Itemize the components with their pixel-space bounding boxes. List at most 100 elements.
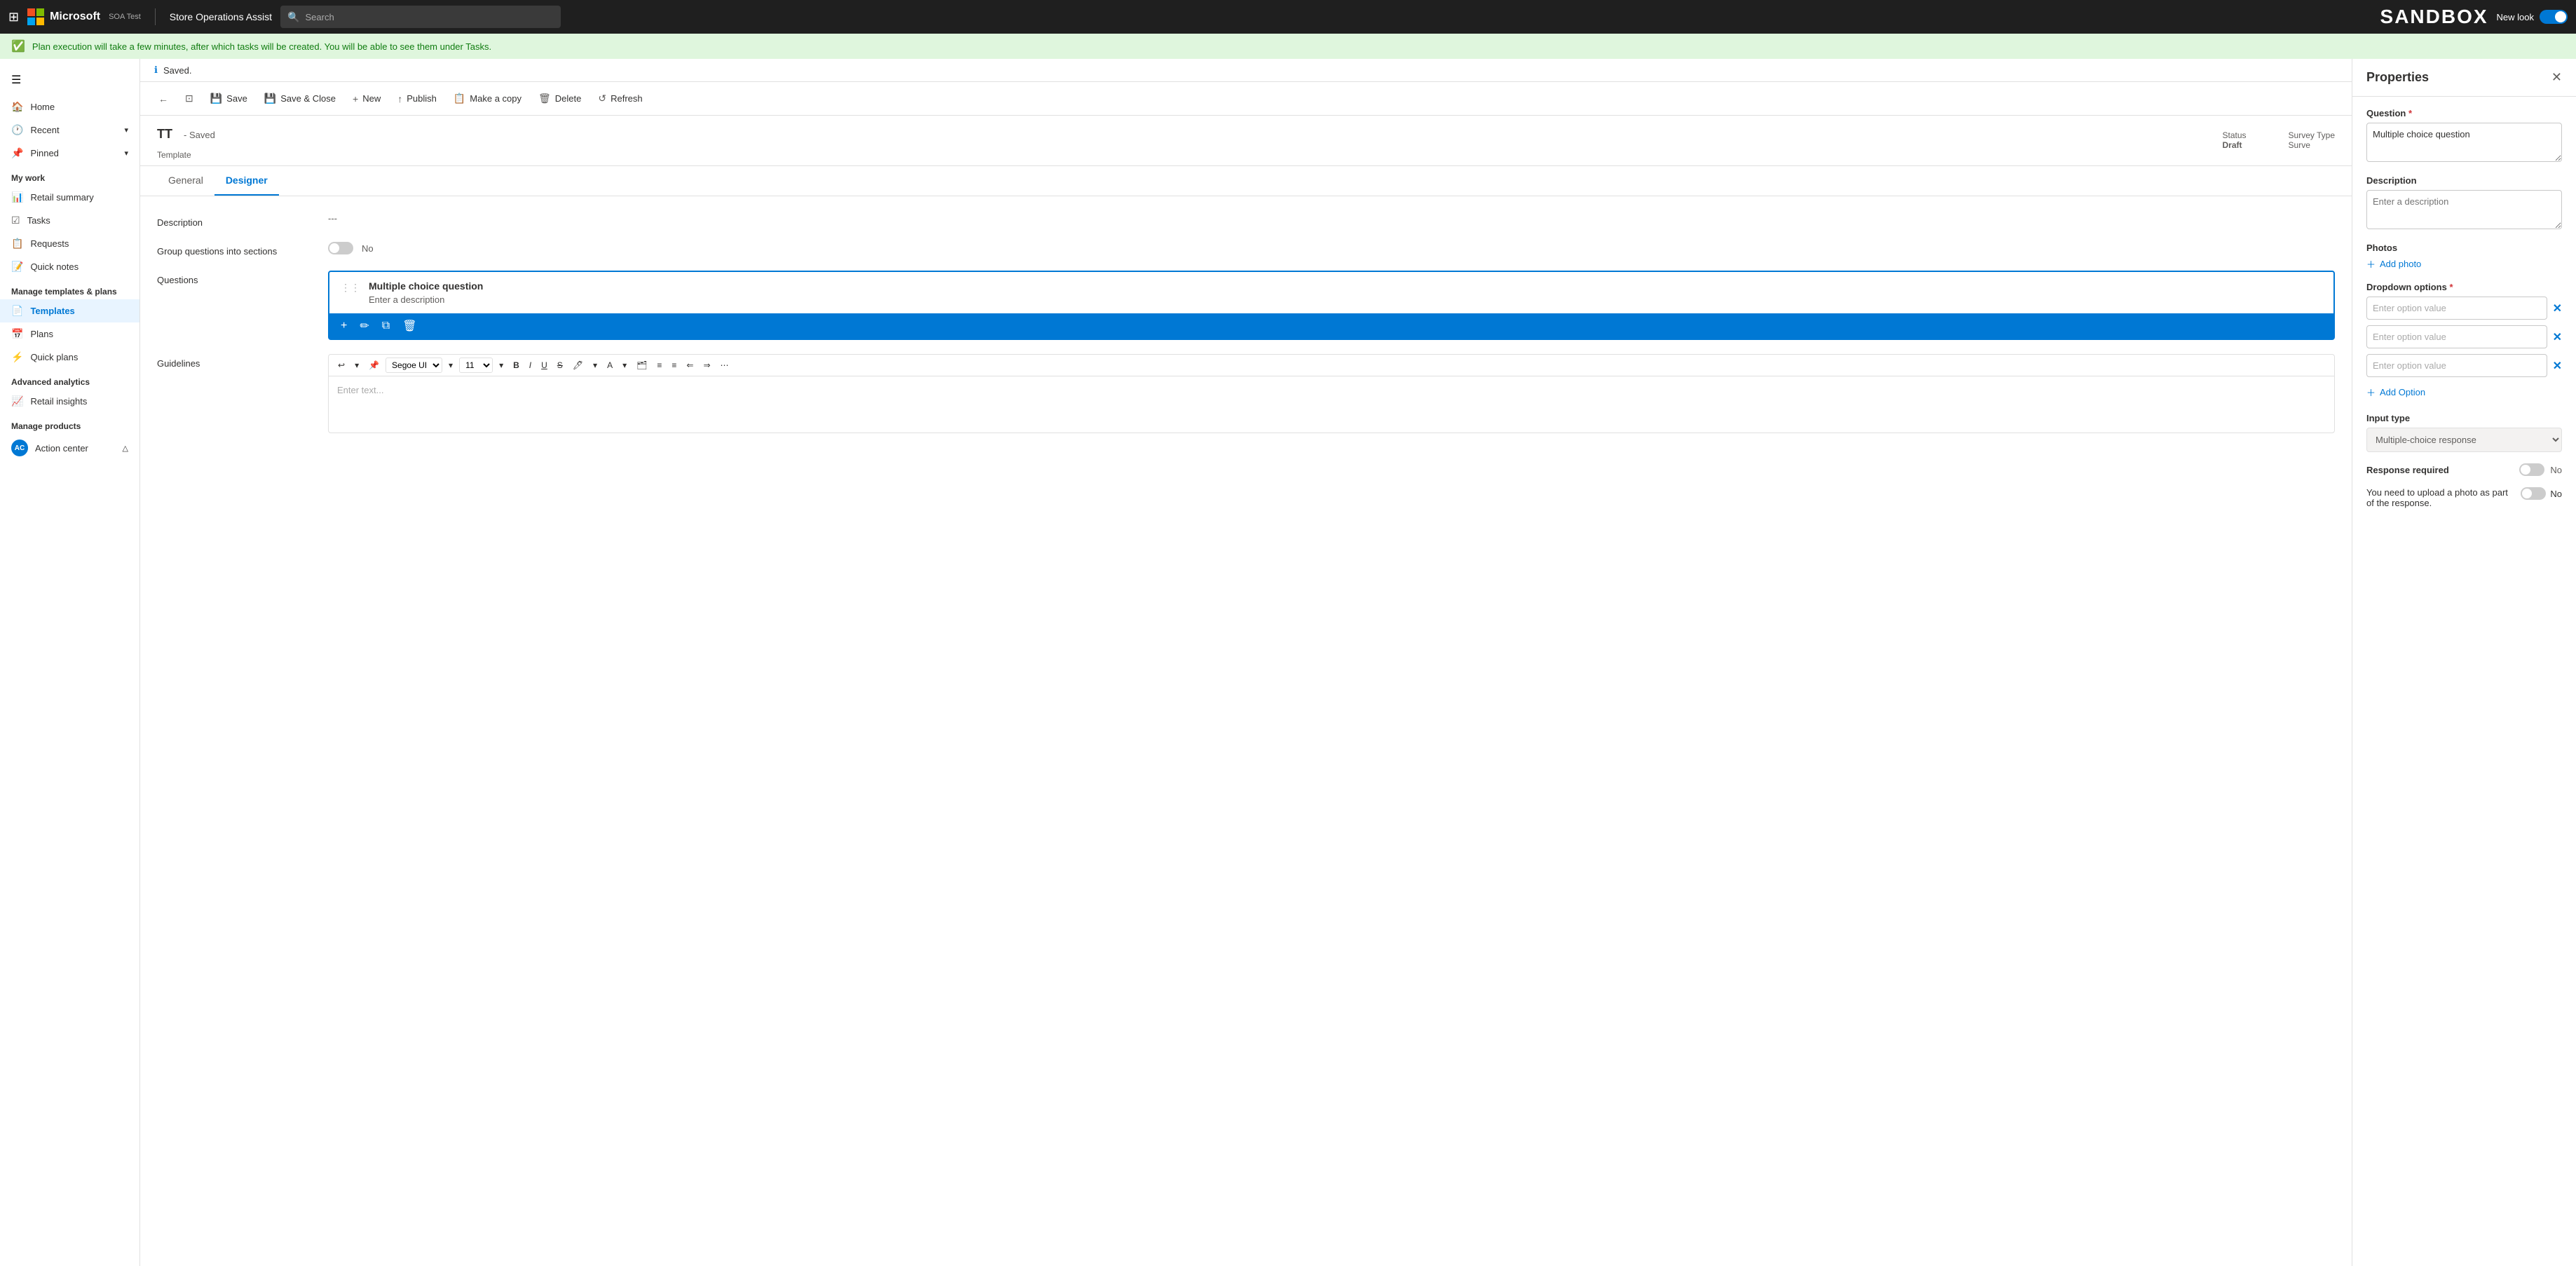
action-center-expand-icon: △	[123, 444, 128, 453]
sidebar-item-requests[interactable]: 📋 Requests	[0, 232, 139, 255]
new-look-toggle[interactable]	[2540, 10, 2568, 24]
soa-test-label: SOA Test	[109, 13, 141, 21]
bullet-list-button[interactable]: ≡	[653, 358, 665, 372]
save-icon: 💾	[210, 93, 222, 104]
description-textarea[interactable]	[2366, 190, 2562, 229]
panel-close-button[interactable]: ✕	[2551, 70, 2562, 85]
indent-right-button[interactable]: ⇒	[700, 358, 714, 372]
font-size-dropdown-button[interactable]: ▾	[496, 358, 507, 372]
clear-format-button[interactable]: 🗂	[633, 358, 650, 372]
more-button[interactable]: ⋯	[717, 358, 732, 372]
response-required-property: Response required No	[2366, 463, 2562, 476]
question-add-button[interactable]: +	[335, 316, 353, 336]
sidebar-item-pinned[interactable]: 📌 Pinned ▾	[0, 142, 139, 165]
publish-icon: ↑	[397, 93, 402, 104]
remove-option-3-button[interactable]: ✕	[2553, 359, 2562, 373]
numbered-list-button[interactable]: ≡	[668, 358, 680, 372]
new-button[interactable]: + New	[346, 89, 388, 109]
question-copy-button[interactable]: ⧉	[376, 316, 395, 336]
expand-button[interactable]: ⊡	[178, 88, 200, 109]
save-button[interactable]: 💾 Save	[203, 88, 254, 109]
save-close-button[interactable]: 💾 Save & Close	[257, 88, 343, 109]
question-textarea[interactable]: Multiple choice question	[2366, 123, 2562, 162]
grid-icon[interactable]: ⊞	[8, 10, 19, 25]
pin-button[interactable]: 📌	[365, 358, 383, 372]
photos-prop-label: Photos	[2366, 243, 2562, 253]
save-close-label: Save & Close	[280, 93, 336, 104]
photos-property: Photos ＋ Add photo	[2366, 243, 2562, 271]
questions-label: Questions	[157, 271, 311, 285]
save-label: Save	[226, 93, 247, 104]
option-input-1[interactable]	[2366, 297, 2547, 320]
underline-button[interactable]: U	[538, 358, 551, 372]
back-button[interactable]: ←	[151, 89, 175, 109]
sidebar-item-plans[interactable]: 📅 Plans	[0, 322, 139, 346]
option-input-3[interactable]	[2366, 354, 2547, 377]
tab-designer[interactable]: Designer	[214, 166, 279, 196]
response-required-toggle[interactable]	[2519, 463, 2544, 476]
refresh-button[interactable]: ↺ Refresh	[591, 88, 649, 109]
highlight-dropdown-button[interactable]: ▾	[590, 358, 601, 372]
sidebar-item-quick-notes[interactable]: 📝 Quick notes	[0, 255, 139, 278]
italic-button[interactable]: I	[526, 358, 535, 372]
add-option-button[interactable]: ＋ Add Option	[2366, 383, 2425, 402]
templates-icon: 📄	[11, 305, 23, 317]
drag-handle-icon[interactable]: ⋮⋮	[341, 280, 360, 294]
info-message: Plan execution will take a few minutes, …	[32, 41, 491, 52]
sidebar-templates-label: Templates	[30, 306, 74, 316]
remove-option-1-button[interactable]: ✕	[2553, 301, 2562, 315]
recent-icon: 🕐	[11, 124, 23, 136]
font-size-select[interactable]: 11	[459, 358, 493, 373]
search-input[interactable]	[305, 12, 554, 22]
sidebar-pinned-label: Pinned	[30, 148, 58, 158]
input-type-select[interactable]: Multiple-choice response	[2366, 428, 2562, 452]
undo-button[interactable]: ↩	[334, 358, 348, 372]
add-photo-button[interactable]: ＋ Add photo	[2366, 257, 2421, 271]
status-value: Draft	[2222, 140, 2246, 150]
hamburger-icon[interactable]: ☰	[0, 64, 139, 95]
font-color-button[interactable]: A	[604, 358, 616, 372]
font-dropdown-button[interactable]: ▾	[445, 358, 456, 372]
undo-dropdown-button[interactable]: ▾	[351, 358, 362, 372]
strikethrough-button[interactable]: S	[554, 358, 566, 372]
sidebar-home-label: Home	[30, 102, 55, 112]
upload-photo-toggle[interactable]	[2521, 487, 2546, 500]
group-questions-no: No	[362, 243, 374, 254]
sidebar-retail-insights-label: Retail insights	[30, 396, 87, 407]
bold-button[interactable]: B	[510, 358, 523, 372]
question-add-icon: +	[341, 320, 347, 332]
question-delete-button[interactable]: 🗑	[397, 316, 422, 336]
tasks-icon: ☑	[11, 215, 20, 226]
sidebar-item-tasks[interactable]: ☑ Tasks	[0, 209, 139, 232]
option-input-2[interactable]	[2366, 325, 2547, 348]
sidebar-item-quick-plans[interactable]: ⚡ Quick plans	[0, 346, 139, 369]
question-edit-button[interactable]: ✏	[354, 316, 374, 336]
sidebar-item-retail-insights[interactable]: 📈 Retail insights	[0, 390, 139, 413]
search-bar[interactable]: 🔍	[280, 6, 561, 28]
retail-insights-icon: 📈	[11, 395, 23, 407]
logo-area: Microsoft SOA Test	[27, 8, 141, 25]
doc-type-label: Template	[157, 150, 2335, 160]
tab-general[interactable]: General	[157, 166, 214, 196]
publish-label: Publish	[407, 93, 437, 104]
sidebar-item-templates[interactable]: 📄 Templates	[0, 299, 139, 322]
font-color-dropdown-button[interactable]: ▾	[619, 358, 630, 372]
option-row-2: ✕	[2366, 325, 2562, 348]
group-questions-toggle[interactable]	[328, 242, 353, 254]
sidebar-item-home[interactable]: 🏠 Home	[0, 95, 139, 118]
copy-button[interactable]: 📋 Make a copy	[447, 88, 529, 109]
sidebar-item-retail-summary[interactable]: 📊 Retail summary	[0, 186, 139, 209]
highlight-button[interactable]: 🖊	[569, 358, 587, 372]
sidebar-item-action-center[interactable]: AC Action center △	[0, 434, 139, 462]
editor-text-area[interactable]: Enter text...	[329, 376, 2334, 433]
group-questions-row: Group questions into sections No	[157, 242, 2335, 257]
indent-left-button[interactable]: ⇐	[683, 358, 697, 372]
group-questions-value: No	[328, 242, 2335, 254]
delete-button[interactable]: 🗑 Delete	[531, 88, 588, 109]
sandbox-label: SANDBOX	[2380, 6, 2488, 28]
publish-button[interactable]: ↑ Publish	[390, 89, 444, 109]
description-prop-label: Description	[2366, 175, 2562, 186]
font-select[interactable]: Segoe UI	[386, 358, 442, 373]
sidebar-item-recent[interactable]: 🕐 Recent ▾	[0, 118, 139, 142]
remove-option-2-button[interactable]: ✕	[2553, 330, 2562, 344]
